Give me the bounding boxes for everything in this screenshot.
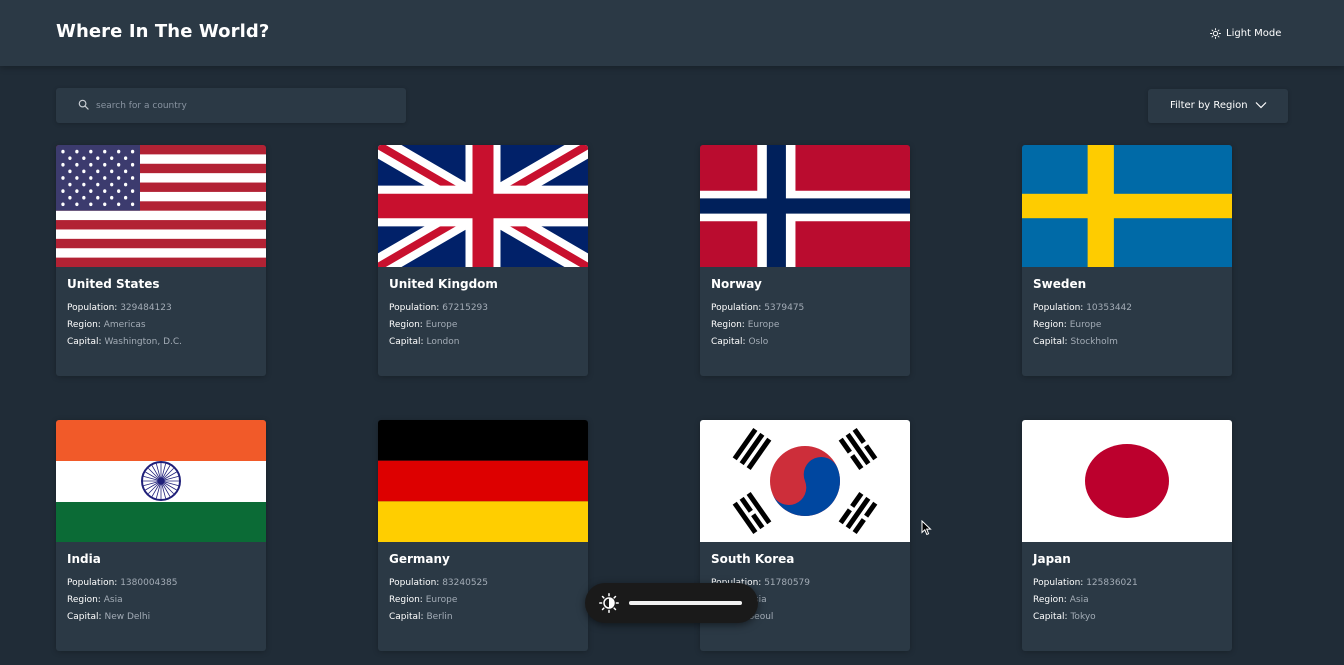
theme-toggle-label: Light Mode (1226, 27, 1282, 39)
sun-icon (1210, 27, 1221, 39)
japan-flag (1022, 420, 1232, 542)
search-icon (78, 99, 89, 110)
country-region: Region: Europe (389, 595, 458, 605)
mouse-cursor-icon (921, 520, 932, 536)
country-population: Population: 67215293 (389, 303, 489, 313)
country-region: Region: Europe (1033, 320, 1102, 330)
sweden-flag (1022, 145, 1232, 267)
germany-flag (378, 420, 588, 542)
search-bar[interactable] (56, 88, 406, 123)
country-card-germany[interactable]: Germany Population: 83240525 Region: Eur… (378, 420, 588, 651)
norway-flag (700, 145, 910, 267)
country-capital: Capital: Tokyo (1033, 612, 1096, 622)
region-filter-dropdown[interactable]: Filter by Region (1148, 89, 1288, 123)
country-card-sweden[interactable]: Sweden Population: 10353442 Region: Euro… (1022, 145, 1232, 376)
country-name: India (67, 552, 101, 566)
app-header: Where In The World? Light Mode (0, 0, 1344, 66)
south-korea-flag (700, 420, 910, 542)
country-card-norway[interactable]: Norway Population: 5379475 Region: Europ… (700, 145, 910, 376)
app-title: Where In The World? (56, 21, 270, 42)
country-name: Germany (389, 552, 450, 566)
country-region: Region: Asia (67, 595, 123, 605)
country-name: Norway (711, 277, 762, 291)
country-capital: Capital: Stockholm (1033, 337, 1118, 347)
chevron-down-icon (1255, 102, 1267, 109)
country-name: Sweden (1033, 277, 1087, 291)
country-population: Population: 1380004385 (67, 578, 178, 588)
country-population: Population: 125836021 (1033, 578, 1138, 588)
country-capital: Capital: Washington, D.C. (67, 337, 183, 347)
country-population: Population: 83240525 (389, 578, 489, 588)
country-population: Population: 10353442 (1033, 303, 1133, 313)
country-capital: Capital: Berlin (389, 612, 453, 622)
brightness-osd (585, 583, 758, 623)
country-capital: Capital: New Delhi (67, 612, 151, 622)
country-card-united-states[interactable]: United States Population: 329484123 Regi… (56, 145, 266, 376)
country-name: United States (67, 277, 160, 291)
search-input[interactable] (96, 88, 396, 123)
brightness-slider-track (629, 601, 742, 605)
country-region: Region: Asia (1033, 595, 1089, 605)
country-capital: Capital: Oslo (711, 337, 769, 347)
us-flag (56, 145, 266, 267)
brightness-slider-fill (629, 601, 742, 605)
country-region: Region: Americas (67, 320, 146, 330)
brightness-icon (599, 593, 619, 613)
country-population: Population: 329484123 (67, 303, 172, 313)
uk-flag (378, 145, 588, 267)
country-region: Region: Europe (711, 320, 780, 330)
country-card-japan[interactable]: Japan Population: 125836021 Region: Asia… (1022, 420, 1232, 651)
region-filter-label: Filter by Region (1170, 100, 1248, 111)
country-card-india[interactable]: India Population: 1380004385 Region: Asi… (56, 420, 266, 651)
india-flag (56, 420, 266, 542)
country-region: Region: Europe (389, 320, 458, 330)
theme-toggle-button[interactable]: Light Mode (1210, 26, 1281, 40)
country-card-united-kingdom[interactable]: United Kingdom Population: 67215293 Regi… (378, 145, 588, 376)
country-name: United Kingdom (389, 277, 498, 291)
country-name: South Korea (711, 552, 795, 566)
country-name: Japan (1033, 552, 1071, 566)
country-capital: Capital: London (389, 337, 460, 347)
country-population: Population: 5379475 (711, 303, 805, 313)
